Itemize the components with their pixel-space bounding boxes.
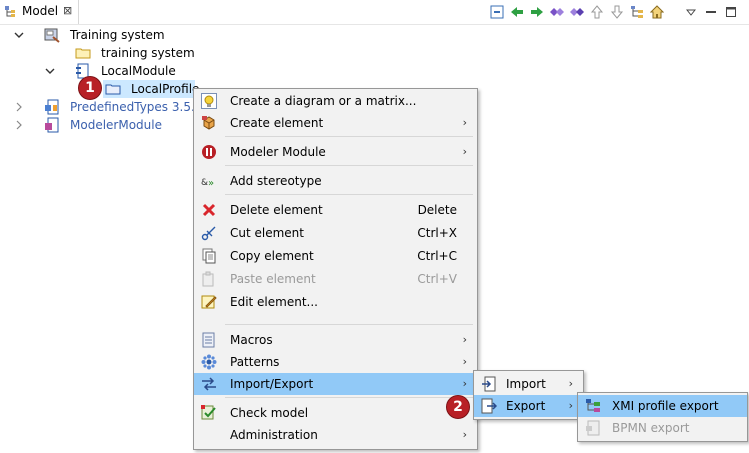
chevron-right-icon: › xyxy=(462,377,467,390)
collapse-all-icon[interactable] xyxy=(489,4,505,20)
svg-text:»: » xyxy=(208,178,214,189)
menu-item-bpmn-export: BPMN export xyxy=(578,417,747,439)
chevron-right-icon: › xyxy=(462,333,467,346)
tree-icon[interactable] xyxy=(629,4,645,20)
tree-label: LocalModule xyxy=(101,64,176,78)
chevron-right-icon[interactable] xyxy=(14,102,24,112)
import-export-icon xyxy=(202,377,216,391)
patterns-icon xyxy=(201,354,217,370)
menu-item-edit-element[interactable]: Edit element... xyxy=(194,291,477,313)
forward-green-icon[interactable] xyxy=(529,4,545,20)
predefined-types-icon xyxy=(45,99,59,115)
paste-icon xyxy=(202,271,214,287)
import-icon xyxy=(482,376,496,392)
menu-item-import[interactable]: Import › xyxy=(474,373,583,395)
menu-item-administration[interactable]: Administration › xyxy=(194,424,477,446)
menu-item-check-model[interactable]: Check model xyxy=(194,402,477,424)
chevron-right-icon: › xyxy=(568,399,573,412)
copy-icon xyxy=(202,248,216,264)
chevron-right-icon[interactable] xyxy=(14,120,24,130)
chevron-down-icon[interactable] xyxy=(45,66,55,76)
menu-separator xyxy=(225,324,473,325)
context-menu: Create a diagram or a matrix... Create e… xyxy=(193,88,478,450)
back-green-icon[interactable] xyxy=(509,4,525,20)
chevron-right-icon: › xyxy=(462,116,467,129)
menu-item-add-stereotype[interactable]: &» Add stereotype xyxy=(194,170,477,192)
close-icon[interactable]: ⊠ xyxy=(63,4,72,17)
tree-label: ModelerModule xyxy=(70,118,162,132)
chevron-right-icon: › xyxy=(462,145,467,158)
modeler-module-icon xyxy=(45,117,59,133)
menu-item-create-element[interactable]: Create element › xyxy=(194,112,477,134)
diamond-left-icon[interactable] xyxy=(549,4,565,20)
menu-item-create-diagram[interactable]: Create a diagram or a matrix... xyxy=(194,90,477,112)
scissors-icon xyxy=(201,226,216,241)
folder-icon xyxy=(75,48,91,59)
macros-icon xyxy=(202,332,215,348)
xmi-profile-export-icon xyxy=(586,399,600,412)
chevron-right-icon: › xyxy=(462,355,467,368)
home-icon[interactable] xyxy=(649,4,665,20)
minimize-icon[interactable] xyxy=(703,4,719,20)
chevron-right-icon: › xyxy=(568,377,573,390)
menu-item-cut-element[interactable]: Cut element Ctrl+X xyxy=(194,222,477,244)
export-icon xyxy=(481,398,497,414)
tab-title: Model xyxy=(22,4,59,18)
tree-label: LocalProfile xyxy=(131,82,200,96)
down-arrow-icon[interactable] xyxy=(609,4,625,20)
model-view-tab[interactable]: Model ⊠ xyxy=(0,0,79,24)
shortcut: Delete xyxy=(417,203,457,217)
diamond-right-icon[interactable] xyxy=(569,4,585,20)
step-badge-1: 1 xyxy=(78,76,102,100)
tree-item-localmodule[interactable]: LocalModule xyxy=(0,62,300,80)
menu-separator xyxy=(225,165,473,166)
tree-item-training-system-package[interactable]: training system xyxy=(0,44,300,62)
shortcut: Ctrl+X xyxy=(417,226,457,240)
modeler-module-red-icon xyxy=(202,145,216,159)
edit-icon xyxy=(201,295,217,309)
view-header: Model ⊠ xyxy=(0,0,749,25)
step-badge-2: 2 xyxy=(446,395,470,419)
menu-item-macros[interactable]: Macros › xyxy=(194,329,477,351)
bpmn-export-icon xyxy=(586,420,600,436)
maximize-icon[interactable] xyxy=(723,4,739,20)
menu-separator xyxy=(225,136,473,137)
svg-text:&: & xyxy=(201,178,208,188)
menu-item-paste-element: Paste element Ctrl+V xyxy=(194,268,477,290)
cube-icon xyxy=(202,116,215,130)
export-submenu: XMI profile export BPMN export xyxy=(577,392,748,442)
tree-label: Training system xyxy=(70,28,165,42)
menu-item-delete-element[interactable]: Delete element Delete xyxy=(194,199,477,221)
folder-blue-icon xyxy=(105,84,121,95)
shortcut: Ctrl+V xyxy=(417,272,457,286)
stereotype-icon: &» xyxy=(201,178,214,189)
model-tree-icon xyxy=(5,6,15,17)
chevron-down-icon[interactable] xyxy=(14,30,24,40)
project-icon xyxy=(44,28,60,43)
menu-item-import-export[interactable]: Import/Export › xyxy=(194,373,477,395)
delete-icon xyxy=(202,203,216,217)
shortcut: Ctrl+C xyxy=(417,249,457,263)
check-model-icon xyxy=(201,405,216,420)
menu-item-copy-element[interactable]: Copy element Ctrl+C xyxy=(194,245,477,267)
tree-item-training-system-root[interactable]: Training system xyxy=(0,26,300,44)
menu-separator xyxy=(225,194,473,195)
up-arrow-icon[interactable] xyxy=(589,4,605,20)
menu-separator xyxy=(225,397,473,398)
chevron-right-icon: › xyxy=(462,428,467,441)
menu-item-modeler-module[interactable]: Modeler Module › xyxy=(194,141,477,163)
import-export-submenu: Import › Export › xyxy=(473,370,584,420)
view-toolbar xyxy=(489,3,739,21)
tree-label: training system xyxy=(101,46,195,60)
menu-item-xmi-profile-export[interactable]: XMI profile export xyxy=(578,395,747,417)
menu-item-patterns[interactable]: Patterns › xyxy=(194,351,477,373)
menu-item-export[interactable]: Export › xyxy=(474,395,583,417)
tree-label: PredefinedTypes 3.5.03 xyxy=(70,100,211,114)
lightbulb-icon xyxy=(201,93,217,109)
view-menu-icon[interactable] xyxy=(683,4,699,20)
